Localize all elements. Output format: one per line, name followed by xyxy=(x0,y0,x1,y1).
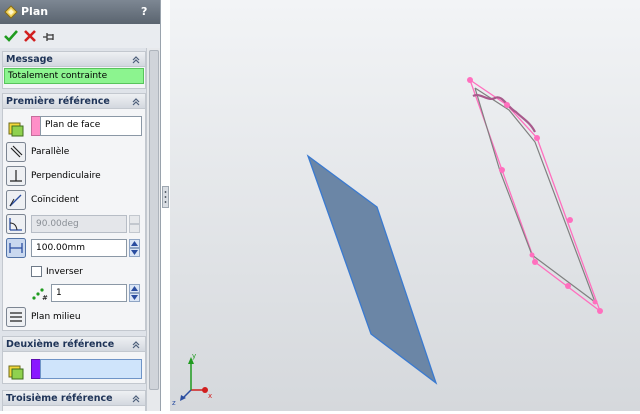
coincident-label: Coïncident xyxy=(31,195,79,205)
instances-spin-up[interactable] xyxy=(129,284,140,293)
triad-z-label: z xyxy=(172,399,176,407)
first-reference-title: Première référence xyxy=(6,96,110,107)
arrow-down-icon xyxy=(131,250,138,255)
angle-spin-down xyxy=(129,224,140,233)
first-reference-section: Première référence Plan de face Parallèl… xyxy=(2,93,146,331)
chevron-up-icon[interactable] xyxy=(131,97,141,107)
second-reference-section: Deuxième référence xyxy=(2,336,146,384)
first-reference-header[interactable]: Première référence xyxy=(3,94,145,109)
triad-y-label: y xyxy=(192,352,196,360)
check-icon[interactable] xyxy=(3,28,19,44)
chevron-up-icon[interactable] xyxy=(131,55,141,65)
distance-spin-up[interactable] xyxy=(129,239,140,248)
mid-plane-icon[interactable] xyxy=(6,307,26,327)
face-selection-icon xyxy=(8,122,24,137)
parallel-icon[interactable] xyxy=(6,142,26,162)
scrollbar-thumb[interactable] xyxy=(149,50,159,390)
instances-spinner[interactable] xyxy=(129,284,140,302)
distance-icon[interactable] xyxy=(6,238,26,258)
collapse-panel-handle[interactable] xyxy=(162,186,169,208)
second-reference-selection-box[interactable] xyxy=(40,359,142,379)
status-message: Totalement contrainte xyxy=(4,68,144,84)
help-button[interactable]: ? xyxy=(141,5,147,18)
coincident-icon[interactable] xyxy=(6,190,26,210)
message-section-title: Message xyxy=(6,54,53,65)
perpendicular-icon[interactable] xyxy=(6,166,26,186)
coordinate-triad: z y x xyxy=(172,352,212,407)
second-reference-header[interactable]: Deuxième référence xyxy=(3,337,145,352)
arrow-up-icon xyxy=(131,286,138,291)
angle-field: 90.00deg xyxy=(31,215,127,233)
plane-icon xyxy=(4,5,18,19)
third-reference-section: Troisième référence xyxy=(2,390,146,411)
arrow-down-icon xyxy=(131,295,138,300)
panel-title: Plan xyxy=(21,5,49,18)
arrow-up-icon xyxy=(131,241,138,246)
action-toolbar xyxy=(0,24,160,48)
face-selection-icon xyxy=(8,365,24,380)
panel-scrollbar[interactable] xyxy=(146,48,160,411)
flip-checkbox[interactable] xyxy=(31,266,42,277)
mid-plane-label: Plan milieu xyxy=(31,312,81,322)
perpendicular-label: Perpendiculaire xyxy=(31,171,101,181)
distance-spin-down[interactable] xyxy=(129,248,140,257)
svg-text:#: # xyxy=(42,294,48,301)
x-icon[interactable] xyxy=(22,28,38,44)
angle-spinner xyxy=(129,215,140,233)
new-plane-preview[interactable] xyxy=(467,77,603,314)
instances-icon: # xyxy=(32,288,48,301)
chevron-up-icon[interactable] xyxy=(131,394,141,404)
panel-title-bar: Plan ? xyxy=(0,0,160,24)
distance-field[interactable]: 100.00mm xyxy=(31,239,127,257)
triad-x-label: x xyxy=(208,392,212,400)
message-section-header[interactable]: Message xyxy=(3,52,145,67)
status-message-text: Totalement contrainte xyxy=(8,71,108,81)
first-reference-selection-box[interactable]: Plan de face xyxy=(40,116,142,136)
message-section: Message Totalement contrainte xyxy=(2,51,146,89)
third-reference-title: Troisième référence xyxy=(6,393,113,404)
graphics-viewport[interactable]: z y x xyxy=(170,0,640,411)
parallel-label: Parallèle xyxy=(31,147,70,157)
third-reference-header[interactable]: Troisième référence xyxy=(3,391,145,406)
second-reference-title: Deuxième référence xyxy=(6,339,115,350)
pushpin-icon[interactable] xyxy=(41,28,57,44)
flip-label: Inverser xyxy=(46,267,83,277)
property-manager-panel: Plan ? Message Totalement contrainte Pre… xyxy=(0,0,161,411)
chevron-up-icon[interactable] xyxy=(131,340,141,350)
existing-plane[interactable] xyxy=(306,154,438,385)
viewport-canvas[interactable]: z y x xyxy=(170,0,640,411)
angle-icon[interactable] xyxy=(6,214,26,234)
instances-field[interactable]: 1 xyxy=(51,284,127,302)
grip-dots-icon xyxy=(164,191,167,203)
angle-spin-up xyxy=(129,215,140,224)
distance-spinner[interactable] xyxy=(129,239,140,257)
instances-spin-down[interactable] xyxy=(129,293,140,302)
